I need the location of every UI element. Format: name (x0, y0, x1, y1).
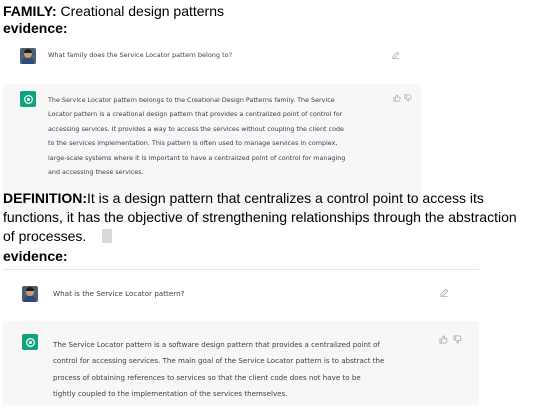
definition-line-1: DEFINITION:It is a design pattern that c… (3, 190, 484, 206)
thumbs-up-icon[interactable] (393, 94, 401, 102)
user-avatar (20, 48, 36, 64)
openai-logo-icon (22, 334, 38, 350)
definition-line-3: of processes. (3, 228, 113, 244)
family-label: FAMILY: (3, 3, 57, 19)
openai-logo-icon (20, 91, 36, 107)
family-line: FAMILY: Creational design patterns (3, 3, 224, 19)
evidence-label-1: evidence: (3, 20, 68, 36)
chat-snippet-2: What is the Service Locator pattern? The… (3, 270, 479, 409)
user-question: What is the Service Locator pattern? (53, 289, 185, 298)
thumbs-up-icon[interactable] (439, 335, 448, 344)
assistant-message: The Service Locator pattern is a softwar… (3, 321, 479, 405)
edit-icon[interactable] (440, 288, 449, 297)
user-message: What is the Service Locator pattern? (3, 270, 479, 318)
user-avatar (22, 286, 38, 302)
definition-text-1: It is a design pattern that centralizes … (87, 190, 484, 206)
family-value: Creational design patterns (56, 3, 224, 19)
definition-label: DEFINITION: (3, 190, 87, 206)
thumbs-down-icon[interactable] (404, 94, 412, 102)
assistant-answer: The Service Locator pattern is a softwar… (53, 340, 385, 399)
chat-snippet-1: What family does the Service Locator pat… (3, 40, 421, 222)
edit-icon[interactable] (392, 51, 400, 59)
user-message: What family does the Service Locator pat… (3, 40, 421, 72)
text-cursor (102, 229, 113, 243)
thumbs-down-icon[interactable] (453, 335, 462, 344)
user-question: What family does the Service Locator pat… (48, 51, 233, 59)
assistant-answer: The Service Locator pattern belongs to t… (48, 96, 346, 177)
definition-line-2: functions, it has the objective of stren… (3, 209, 517, 225)
evidence-label-2: evidence: (3, 248, 68, 264)
